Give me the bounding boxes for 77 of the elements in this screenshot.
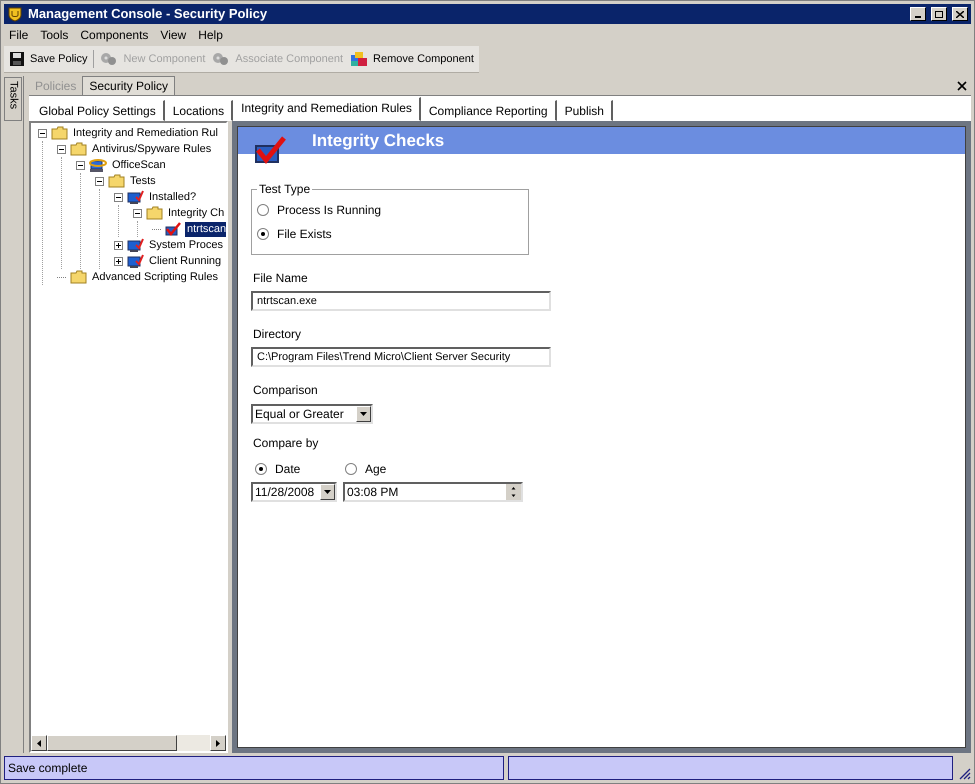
field-label: Compare by — [253, 435, 320, 452]
time-spinner[interactable]: 03:08 PM — [343, 482, 523, 502]
maximize-button[interactable] — [931, 7, 947, 21]
tree-item[interactable]: OfficeScan — [110, 158, 168, 172]
comparison-dropdown[interactable]: Equal or Greater — [251, 404, 373, 424]
collapse-toggle[interactable] — [56, 144, 66, 154]
radio-label[interactable]: Date — [275, 460, 300, 478]
computer-check-icon — [127, 237, 144, 253]
tab[interactable]: Publish — [556, 100, 613, 121]
shield-icon — [7, 6, 23, 22]
computer-check-icon — [127, 189, 144, 205]
window-title: Management Console - Security Policy — [28, 5, 268, 24]
tab[interactable]: Locations — [164, 100, 234, 121]
group-label: Test Type — [259, 182, 310, 196]
folder-icon — [146, 206, 163, 220]
radio-button[interactable] — [257, 204, 269, 216]
collapse-toggle[interactable] — [114, 192, 122, 202]
radio-label[interactable]: File Exists — [277, 225, 332, 243]
collapse-toggle[interactable] — [38, 128, 46, 138]
field-label: File Name — [253, 270, 309, 287]
radio-label[interactable]: Process Is Running — [277, 201, 382, 219]
close-button[interactable] — [952, 7, 968, 21]
scroll-right-icon[interactable] — [216, 740, 220, 746]
panel-title: Integrity Checks — [312, 130, 444, 152]
tree-item[interactable]: Integrity and Remediation Rul — [71, 126, 220, 140]
toolbar-button[interactable]: Remove Component — [347, 48, 477, 70]
minimize-button[interactable] — [910, 7, 926, 21]
tree-item[interactable]: Advanced Scripting Rules — [90, 270, 220, 284]
folder-icon — [108, 174, 125, 188]
expand-toggle[interactable] — [114, 256, 122, 266]
tree-item[interactable]: ntrtscan — [185, 222, 226, 236]
tree-item[interactable]: Tests — [128, 174, 158, 188]
tree-item[interactable]: Installed? — [147, 190, 198, 204]
close-icon — [956, 10, 964, 18]
expand-toggle[interactable] — [114, 240, 122, 250]
radio-label[interactable]: Age — [365, 460, 386, 478]
menu-item[interactable]: Tools — [35, 26, 74, 44]
resize-grip-icon[interactable] — [957, 766, 971, 780]
radio-button[interactable] — [255, 463, 267, 475]
folder-icon — [70, 270, 87, 284]
computer-check-icon — [127, 253, 144, 269]
close-icon[interactable] — [957, 81, 967, 91]
caret-icon — [324, 490, 331, 494]
document-tab[interactable]: Security Policy — [82, 76, 176, 95]
radio-button[interactable] — [345, 463, 357, 475]
radio-button[interactable] — [257, 228, 269, 240]
gears-icon — [100, 51, 118, 67]
menu-item[interactable]: File — [4, 26, 34, 44]
menu-item[interactable]: Components — [75, 26, 154, 44]
collapse-toggle[interactable] — [76, 160, 84, 170]
tree-item[interactable]: Client Running — [147, 254, 224, 268]
tree-item[interactable]: Integrity Ch — [166, 206, 226, 220]
toolbar-button[interactable]: Save Policy — [6, 48, 90, 70]
blocks-icon — [350, 51, 368, 67]
folder-icon — [51, 126, 68, 140]
status-text: Save complete — [8, 760, 88, 777]
input-field[interactable]: C:\Program Files\Trend Micro\Client Server Security — [251, 347, 551, 367]
horizontal-scrollbar[interactable] — [31, 735, 226, 751]
collapse-toggle[interactable] — [132, 208, 142, 218]
tasks-tab[interactable]: Tasks — [4, 77, 22, 121]
computer-icon — [89, 157, 107, 173]
folder-icon — [70, 142, 87, 156]
field-label: Comparison — [253, 382, 319, 399]
gears-icon — [212, 51, 230, 67]
tree-item[interactable]: System Proces — [147, 238, 225, 252]
date-picker[interactable]: 11/28/2008 — [251, 482, 337, 502]
tree-item[interactable]: Antivirus/Spyware Rules — [90, 142, 214, 156]
maximize-icon — [935, 10, 943, 18]
check-icon — [254, 134, 288, 166]
check-icon — [165, 222, 182, 236]
caret-icon — [360, 412, 367, 416]
collapse-toggle[interactable] — [94, 176, 104, 186]
menu-item[interactable]: Help — [193, 26, 228, 44]
field-label: Directory — [253, 326, 302, 343]
menu-item[interactable]: View — [155, 26, 192, 44]
input-field[interactable]: ntrtscan.exe — [251, 291, 551, 311]
scroll-left-icon[interactable] — [37, 740, 41, 746]
